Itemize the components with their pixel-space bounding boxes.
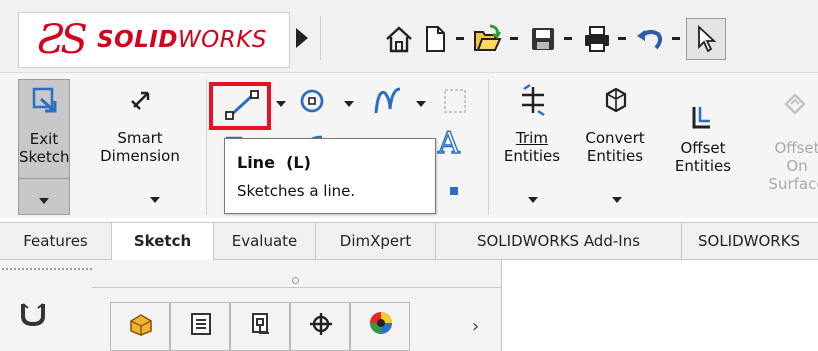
logo-wordmark: SOLIDWORKS [97, 25, 267, 55]
display-manager-tab[interactable] [350, 302, 410, 351]
logo-solid: SOLID [97, 27, 178, 53]
more-tabs-arrow-icon[interactable]: › [472, 318, 479, 336]
ribbon-divider [206, 79, 207, 215]
spline-dropdown-icon[interactable] [416, 101, 426, 107]
tab-dimxpert[interactable]: DimXpert [316, 223, 436, 260]
title-bar: ƧS SOLIDWORKS [0, 0, 818, 72]
smart-dimension-dropdown-icon[interactable] [150, 197, 160, 203]
trim-entities-button[interactable]: Trim Entities [494, 79, 570, 215]
select-button[interactable] [686, 18, 726, 60]
expand-menu-arrow-icon[interactable] [296, 28, 308, 48]
smart-dimension-button[interactable]: Smart Dimension [80, 79, 200, 215]
exit-sketch-icon [32, 87, 57, 113]
spline-icon[interactable] [372, 85, 404, 117]
save-icon[interactable] [528, 24, 558, 54]
tab-solidworks-add-ins[interactable]: SOLIDWORKS Add-Ins [436, 223, 682, 260]
open-folder-icon[interactable] [472, 24, 502, 54]
tooltip-title: Line (L) [237, 153, 311, 172]
new-dropdown-dash[interactable] [456, 37, 464, 40]
offset-on-surface-label-3: Surface [768, 175, 818, 193]
toolbar-divider [320, 16, 321, 60]
undo-icon[interactable] [634, 24, 664, 54]
select-pointer-icon [698, 25, 717, 53]
new-document-icon[interactable] [420, 24, 450, 54]
tab-sketch[interactable]: Sketch [112, 223, 214, 261]
offset-on-surface-label-1: Offset [774, 139, 818, 157]
undo-dropdown-dash[interactable] [672, 37, 680, 40]
exit-sketch-button[interactable]: Exit Sketch [18, 79, 70, 215]
feature-manager-tab[interactable] [110, 302, 170, 351]
part-icon [130, 314, 152, 336]
trim-entities-label-1: Trim [516, 129, 548, 147]
convert-entities-icon [605, 87, 627, 113]
configuration-manager-tab[interactable] [230, 302, 290, 351]
panel-grip[interactable] [2, 268, 92, 271]
offset-on-surface-button[interactable]: Offset On Surface [750, 79, 818, 215]
ds-logo-mark: ƧS [37, 17, 88, 63]
display-manager-icon [370, 312, 392, 334]
home-icon[interactable] [384, 24, 414, 54]
exit-sketch-separator [19, 178, 69, 179]
trim-entities-label-2: Entities [503, 147, 561, 165]
trim-entities-icon [522, 83, 545, 117]
configuration-manager-icon [252, 313, 269, 334]
lower-pane: › [0, 260, 818, 351]
panel-splitter [92, 287, 502, 288]
line-dropdown-icon[interactable] [276, 101, 286, 107]
print-icon[interactable] [582, 24, 612, 54]
tab-solidworks[interactable]: SOLIDWORKS [682, 223, 818, 260]
offset-entities-label-1: Offset [680, 139, 726, 157]
open-dropdown-dash[interactable] [510, 37, 518, 40]
feature-manager-panel: › [0, 260, 502, 351]
sketch-text-icon[interactable]: A [437, 126, 460, 161]
construction-point-icon[interactable] [448, 185, 460, 197]
splitter-handle[interactable] [292, 277, 299, 284]
sketch-plane-icon[interactable] [442, 87, 468, 115]
dimxpert-manager-icon [310, 313, 332, 335]
convert-entities-label-1: Convert [585, 129, 645, 147]
exit-sketch-label-1: Exit [29, 130, 59, 148]
convert-entities-button[interactable]: Convert Entities [572, 79, 658, 215]
circle-dropdown-icon[interactable] [344, 101, 354, 107]
tooltip-description: Sketches a line. [237, 182, 356, 200]
offset-entities-label-2: Entities [674, 157, 732, 175]
exit-sketch-dropdown-icon[interactable] [39, 198, 49, 204]
offset-entities-button[interactable]: Offset Entities [662, 79, 744, 215]
command-manager-tabs: Features Sketch Evaluate DimXpert SOLIDW… [0, 222, 818, 261]
logo-works: WORKS [177, 27, 267, 53]
ribbon-divider-2 [488, 79, 489, 215]
tab-features[interactable]: Features [0, 223, 112, 260]
circle-icon[interactable] [298, 87, 326, 115]
part-tree-icon[interactable] [18, 298, 48, 328]
save-dropdown-dash[interactable] [564, 37, 572, 40]
offset-on-surface-label-2: On [786, 157, 808, 175]
dimxpert-manager-tab[interactable] [290, 302, 350, 351]
tab-evaluate[interactable]: Evaluate [214, 223, 316, 260]
smart-dimension-icon [131, 91, 150, 110]
offset-on-surface-icon [784, 93, 806, 115]
line-tooltip: Line (L) Sketches a line. [224, 138, 436, 214]
offset-entities-icon [692, 107, 710, 129]
trim-entities-dropdown-icon[interactable] [528, 197, 538, 203]
property-manager-icon [191, 313, 211, 335]
smart-dimension-label-2: Dimension [100, 147, 180, 165]
print-dropdown-dash[interactable] [618, 37, 626, 40]
line-tool-highlight [209, 82, 271, 130]
property-manager-tab[interactable] [170, 302, 230, 351]
smart-dimension-label-1: Smart [117, 129, 163, 147]
solidworks-logo[interactable]: ƧS SOLIDWORKS [18, 12, 290, 68]
convert-entities-dropdown-icon[interactable] [612, 197, 622, 203]
exit-sketch-label-2: Sketch [19, 148, 70, 166]
convert-entities-label-2: Entities [586, 147, 644, 165]
